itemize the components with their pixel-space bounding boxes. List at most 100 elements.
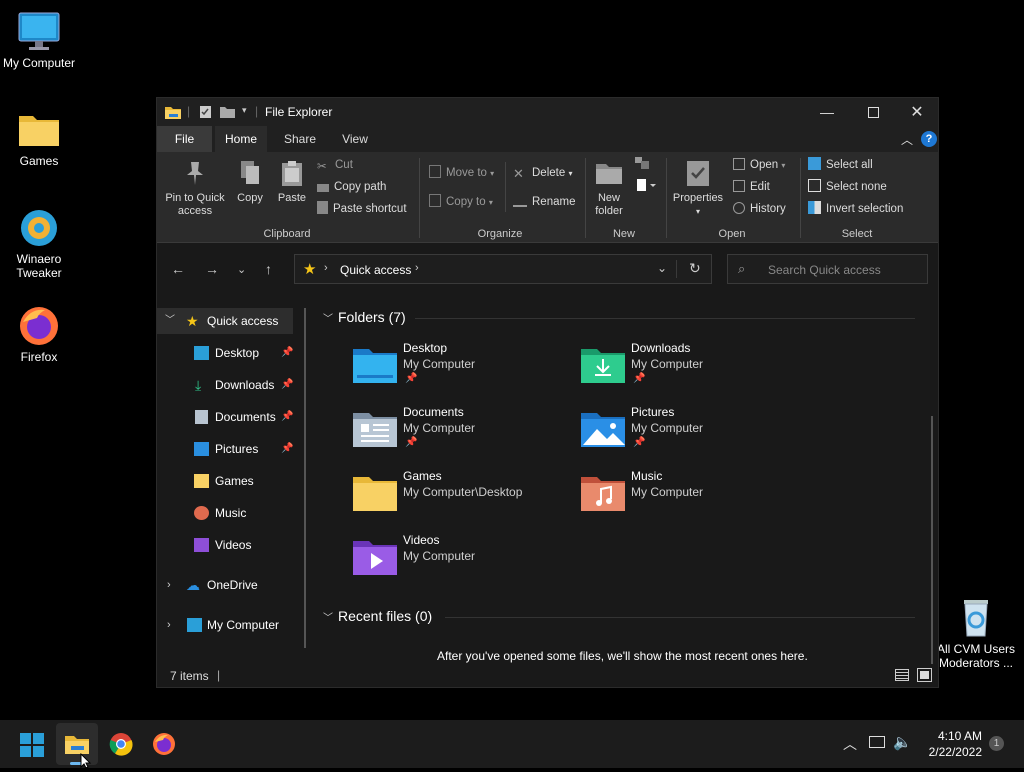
sidebar-item-games[interactable]: Games bbox=[157, 468, 297, 494]
music-icon bbox=[194, 506, 209, 520]
back-arrow-icon[interactable]: ← bbox=[171, 261, 185, 277]
folder-icon bbox=[17, 108, 61, 152]
sidebar-scrollbar[interactable] bbox=[304, 308, 306, 648]
desktop-icon-winaero-tweaker[interactable]: Winaero Tweaker bbox=[1, 206, 77, 280]
new-folder-button[interactable]: New folder bbox=[590, 158, 628, 218]
delete-button[interactable]: ✕ Delete ▾ bbox=[513, 165, 572, 181]
notification-badge[interactable]: 1 bbox=[989, 736, 1004, 751]
sidebar-item-pictures[interactable]: Pictures 📌 bbox=[157, 436, 297, 462]
chevron-down-icon[interactable]: ﹀ bbox=[323, 609, 333, 624]
maximize-button[interactable] bbox=[850, 98, 896, 126]
desktop-icon-firefox[interactable]: Firefox bbox=[1, 304, 77, 364]
large-icons-view-icon[interactable] bbox=[917, 668, 932, 682]
chevron-right-icon[interactable]: › bbox=[167, 572, 171, 598]
sidebar-item-videos[interactable]: Videos bbox=[157, 532, 297, 558]
address-dropdown-icon[interactable]: ⌄ bbox=[657, 261, 667, 275]
ribbon-separator bbox=[419, 158, 420, 238]
chrome-icon[interactable] bbox=[109, 732, 133, 759]
minimize-button[interactable]: — bbox=[804, 98, 850, 126]
tab-file[interactable]: File bbox=[157, 126, 212, 152]
tab-view[interactable]: View bbox=[330, 126, 380, 152]
folder-documents[interactable]: Documents My Computer 📌 bbox=[353, 405, 573, 461]
volume-icon[interactable]: 🔈 bbox=[893, 733, 912, 751]
details-view-icon[interactable] bbox=[895, 669, 909, 681]
history-button[interactable]: History bbox=[733, 201, 786, 217]
folders-section-header[interactable]: Folders (7) bbox=[338, 309, 406, 325]
pin-icon[interactable]: 📌 bbox=[281, 404, 293, 430]
folder-games[interactable]: Games My Computer\Desktop bbox=[353, 469, 573, 525]
select-none-icon bbox=[808, 179, 821, 192]
desktop-icon-recycle-bin[interactable]: All CVM Users Moderators ... bbox=[937, 596, 1015, 670]
address-bar[interactable]: ★ › Quick access › ⌄ ↻ bbox=[294, 254, 712, 284]
tab-share[interactable]: Share bbox=[275, 126, 325, 152]
firefox-taskbar-icon[interactable] bbox=[152, 732, 176, 759]
collapse-ribbon-icon[interactable]: ︿ bbox=[901, 131, 913, 148]
chevron-down-icon[interactable]: ﹀ bbox=[165, 308, 175, 334]
help-icon[interactable]: ? bbox=[921, 131, 937, 147]
folder-downloads[interactable]: Downloads My Computer 📌 bbox=[581, 341, 801, 397]
network-icon[interactable] bbox=[869, 736, 885, 748]
rename-button[interactable]: Rename bbox=[513, 194, 575, 210]
invert-selection-icon bbox=[808, 201, 821, 214]
paste-shortcut-button[interactable]: Paste shortcut bbox=[317, 201, 407, 217]
open-button[interactable]: Open ▾ bbox=[733, 157, 785, 173]
folder-videos[interactable]: Videos My Computer bbox=[353, 533, 573, 589]
history-icon bbox=[733, 202, 745, 214]
refresh-icon[interactable]: ↻ bbox=[689, 260, 701, 277]
select-all-button[interactable]: Select all bbox=[808, 157, 873, 173]
chevron-down-icon[interactable]: ﹀ bbox=[323, 310, 333, 325]
music-folder-icon bbox=[581, 473, 625, 511]
forward-arrow-icon[interactable]: → bbox=[205, 261, 219, 277]
pin-icon[interactable]: 📌 bbox=[281, 340, 293, 366]
folder-music[interactable]: Music My Computer bbox=[581, 469, 801, 525]
copy-button[interactable]: Copy bbox=[233, 158, 267, 205]
up-arrow-icon[interactable]: ↑ bbox=[265, 261, 272, 277]
new-folder-qat-icon[interactable] bbox=[220, 105, 235, 121]
properties-button[interactable]: Properties ▾ bbox=[670, 158, 726, 218]
pin-icon[interactable]: 📌 bbox=[281, 372, 293, 398]
move-to-button[interactable]: Move to ▾ bbox=[429, 165, 494, 181]
sidebar-item-onedrive[interactable]: › ☁ OneDrive bbox=[157, 572, 297, 598]
clock-time[interactable]: 4:10 AM bbox=[934, 729, 982, 743]
downloads-folder-icon bbox=[581, 345, 625, 383]
copy-path-button[interactable]: Copy path bbox=[317, 179, 386, 195]
folder-app-icon bbox=[165, 105, 181, 122]
open-group-label: Open bbox=[718, 228, 746, 240]
folder-desktop[interactable]: Desktop My Computer 📌 bbox=[353, 341, 573, 397]
cut-button[interactable]: ✂ Cut bbox=[317, 157, 353, 173]
sidebar-item-quick-access[interactable]: ﹀ ★ Quick access bbox=[157, 308, 293, 334]
tab-home[interactable]: Home bbox=[215, 126, 267, 152]
new-item-icon[interactable] bbox=[633, 156, 653, 175]
copy-to-button[interactable]: Copy to ▾ bbox=[429, 194, 493, 210]
start-windows-icon[interactable] bbox=[20, 733, 44, 760]
recent-files-section-header[interactable]: Recent files (0) bbox=[338, 608, 432, 624]
content-scrollbar[interactable] bbox=[931, 416, 933, 666]
organize-group-label: Organize bbox=[477, 228, 523, 240]
pin-icon[interactable]: 📌 bbox=[281, 436, 293, 462]
desktop-icon-label: All CVM Users Moderators ... bbox=[937, 642, 1016, 670]
pin-to-quick-access-button[interactable]: Pin to Quick access bbox=[163, 158, 227, 218]
sidebar-item-my-computer[interactable]: › My Computer bbox=[157, 612, 297, 638]
chevron-right-icon[interactable]: › bbox=[167, 612, 171, 638]
sidebar-item-downloads[interactable]: ⤓ Downloads 📌 bbox=[157, 372, 297, 398]
search-box[interactable]: ⌕ Search Quick access bbox=[727, 254, 928, 284]
properties-qat-icon[interactable] bbox=[199, 105, 212, 122]
sidebar-item-desktop[interactable]: Desktop 📌 bbox=[157, 340, 297, 366]
select-none-button[interactable]: Select none bbox=[808, 179, 887, 195]
sidebar-item-music[interactable]: Music bbox=[157, 500, 297, 526]
easy-access-icon[interactable] bbox=[635, 178, 657, 197]
desktop-icon-games[interactable]: Games bbox=[1, 108, 77, 168]
qat-customize-icon[interactable]: ▾ bbox=[242, 105, 247, 116]
show-hidden-icons-icon[interactable]: ︿ bbox=[843, 734, 857, 754]
desktop-icon-my-computer[interactable]: My Computer bbox=[1, 10, 77, 70]
invert-selection-button[interactable]: Invert selection bbox=[808, 201, 903, 217]
edit-button[interactable]: Edit bbox=[733, 179, 770, 195]
close-button[interactable]: ✕ bbox=[894, 98, 938, 126]
paste-button[interactable]: Paste bbox=[275, 158, 309, 205]
recent-locations-chevron-icon[interactable]: ⌄ bbox=[237, 263, 246, 276]
address-path[interactable]: Quick access bbox=[340, 263, 411, 277]
clock-date[interactable]: 2/22/2022 bbox=[920, 745, 982, 759]
ribbon-separator bbox=[585, 158, 586, 238]
sidebar-item-documents[interactable]: Documents 📌 bbox=[157, 404, 297, 430]
folder-pictures[interactable]: Pictures My Computer 📌 bbox=[581, 405, 801, 461]
